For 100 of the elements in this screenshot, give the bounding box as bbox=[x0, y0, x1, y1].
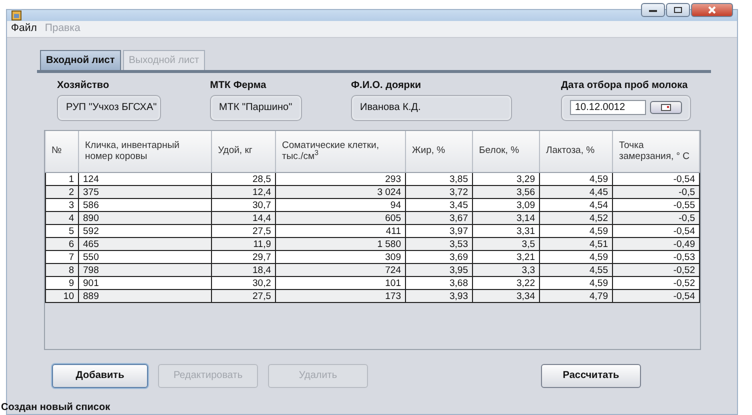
table-cell: 4,45 bbox=[540, 186, 612, 199]
menu-item[interactable]: Файл bbox=[11, 21, 37, 37]
table-cell: -0,53 bbox=[612, 250, 700, 264]
table-cell: 3,21 bbox=[472, 250, 540, 264]
table-cell: -0,49 bbox=[612, 238, 700, 251]
table-cell: 3,14 bbox=[472, 212, 540, 225]
column-header[interactable]: Точка замерзания, ° C bbox=[612, 130, 700, 173]
table-cell: 550 bbox=[78, 250, 212, 264]
table-cell: 4,52 bbox=[540, 212, 612, 225]
table-cell: 901 bbox=[78, 276, 212, 290]
table-cell: 4,59 bbox=[540, 250, 612, 264]
table-cell: -0,52 bbox=[612, 276, 700, 290]
table-cell: 173 bbox=[276, 290, 406, 303]
table-cell: 6 bbox=[46, 238, 78, 251]
table-cell: 3,72 bbox=[406, 186, 472, 199]
column-header[interactable]: Лактоза, % bbox=[540, 130, 612, 173]
table-cell: 605 bbox=[276, 212, 406, 225]
field-label: Ф.И.О. доярки bbox=[351, 78, 422, 93]
table-cell: 3,3 bbox=[472, 264, 540, 277]
table-cell: 3,45 bbox=[406, 198, 472, 212]
column-header[interactable]: Кличка, инвентарный номер коровы bbox=[78, 130, 212, 173]
table-cell: 592 bbox=[78, 224, 212, 238]
calendar-icon bbox=[660, 104, 671, 112]
table-cell: 27,5 bbox=[212, 290, 276, 303]
close-button[interactable] bbox=[691, 2, 733, 16]
table-cell: 4,51 bbox=[540, 238, 612, 251]
table-cell: 375 bbox=[78, 186, 212, 199]
table-cell: 4,59 bbox=[540, 172, 612, 186]
action-button[interactable]: Рассчитать bbox=[541, 364, 641, 388]
table-cell: 14,4 bbox=[212, 212, 276, 225]
table-cell: -0,52 bbox=[612, 264, 700, 277]
table-cell: 724 bbox=[276, 264, 406, 277]
table-cell: 3,69 bbox=[406, 250, 472, 264]
table-cell: 3,34 bbox=[472, 290, 540, 303]
column-header[interactable]: Жир, % bbox=[406, 130, 472, 173]
table-cell: 3,31 bbox=[472, 224, 540, 238]
table-cell: 3,29 bbox=[472, 172, 540, 186]
column-header[interactable]: № bbox=[46, 130, 78, 173]
table-cell: 2 bbox=[46, 186, 78, 199]
table-cell: 30,2 bbox=[212, 276, 276, 290]
table-cell: 4,59 bbox=[540, 224, 612, 238]
table-cell: 4,55 bbox=[540, 264, 612, 277]
table-cell: 124 bbox=[78, 172, 212, 186]
table-cell: 11,9 bbox=[212, 238, 276, 251]
table-cell: 3,22 bbox=[472, 276, 540, 290]
column-header[interactable]: Удой, кг bbox=[212, 130, 276, 173]
action-button[interactable]: Добавить bbox=[52, 364, 148, 388]
table-cell: 798 bbox=[78, 264, 212, 277]
table-cell: 8 bbox=[46, 264, 78, 277]
maximize-button[interactable] bbox=[666, 2, 690, 16]
column-header[interactable]: Соматические клетки, тыс./см$^{3}$ bbox=[276, 130, 406, 173]
table-cell: -0,54 bbox=[612, 290, 700, 303]
table-cell: 293 bbox=[276, 172, 406, 186]
table-cell: -0,54 bbox=[612, 224, 700, 238]
maximize-icon bbox=[673, 6, 683, 14]
column-header[interactable]: Белок, % bbox=[472, 130, 540, 173]
table-cell: 3,95 bbox=[406, 264, 472, 277]
table-cell: 9 bbox=[46, 276, 78, 290]
table-cell: 3,68 bbox=[406, 276, 472, 290]
table-cell: 1 bbox=[46, 172, 78, 186]
table-cell: 4,59 bbox=[540, 276, 612, 290]
table-cell: 586 bbox=[78, 198, 212, 212]
close-icon bbox=[707, 6, 717, 14]
table-cell: -0,54 bbox=[612, 172, 700, 186]
table-cell: 7 bbox=[46, 250, 78, 264]
table-cell: 27,5 bbox=[212, 224, 276, 238]
app-icon bbox=[11, 10, 22, 21]
field-label: МТК Ферма bbox=[210, 78, 268, 93]
table-cell: 3,5 bbox=[472, 238, 540, 251]
table-cell: 3 024 bbox=[276, 186, 406, 199]
table-cell: -0,5 bbox=[612, 186, 700, 199]
table-cell: 465 bbox=[78, 238, 212, 251]
table-cell: 3,53 bbox=[406, 238, 472, 251]
table-cell: -0,5 bbox=[612, 212, 700, 225]
table-cell: 3,09 bbox=[472, 198, 540, 212]
tab[interactable]: Входной лист bbox=[40, 50, 121, 70]
table-cell: 3,85 bbox=[406, 172, 472, 186]
table-cell: 94 bbox=[276, 198, 406, 212]
text-field[interactable]: Иванова К.Д. bbox=[351, 94, 512, 121]
table-cell: 3,97 bbox=[406, 224, 472, 238]
table-cell: 3,93 bbox=[406, 290, 472, 303]
minimize-button[interactable] bbox=[641, 2, 665, 16]
table-cell: 28,5 bbox=[212, 172, 276, 186]
status-text: Создан новый список bbox=[1, 402, 110, 413]
date-field[interactable]: 10.12.0012 bbox=[570, 100, 646, 116]
field-label: Хозяйство bbox=[57, 78, 110, 93]
table-cell: 411 bbox=[276, 224, 406, 238]
table-cell: -0,55 bbox=[612, 198, 700, 212]
table-cell: 18,4 bbox=[212, 264, 276, 277]
table-cell: 889 bbox=[78, 290, 212, 303]
table-cell: 890 bbox=[78, 212, 212, 225]
table-cell: 3,67 bbox=[406, 212, 472, 225]
table-cell: 4,54 bbox=[540, 198, 612, 212]
text-field[interactable]: МТК "Паршино" bbox=[210, 94, 302, 121]
calendar-button[interactable] bbox=[650, 101, 682, 114]
text-field[interactable]: РУП "Учхоз БГСХА" bbox=[57, 94, 161, 121]
field-label: Дата отбора проб молока bbox=[561, 78, 689, 93]
table-cell: 4 bbox=[46, 212, 78, 225]
table-cell: 30,7 bbox=[212, 198, 276, 212]
table-cell: 3,56 bbox=[472, 186, 540, 199]
